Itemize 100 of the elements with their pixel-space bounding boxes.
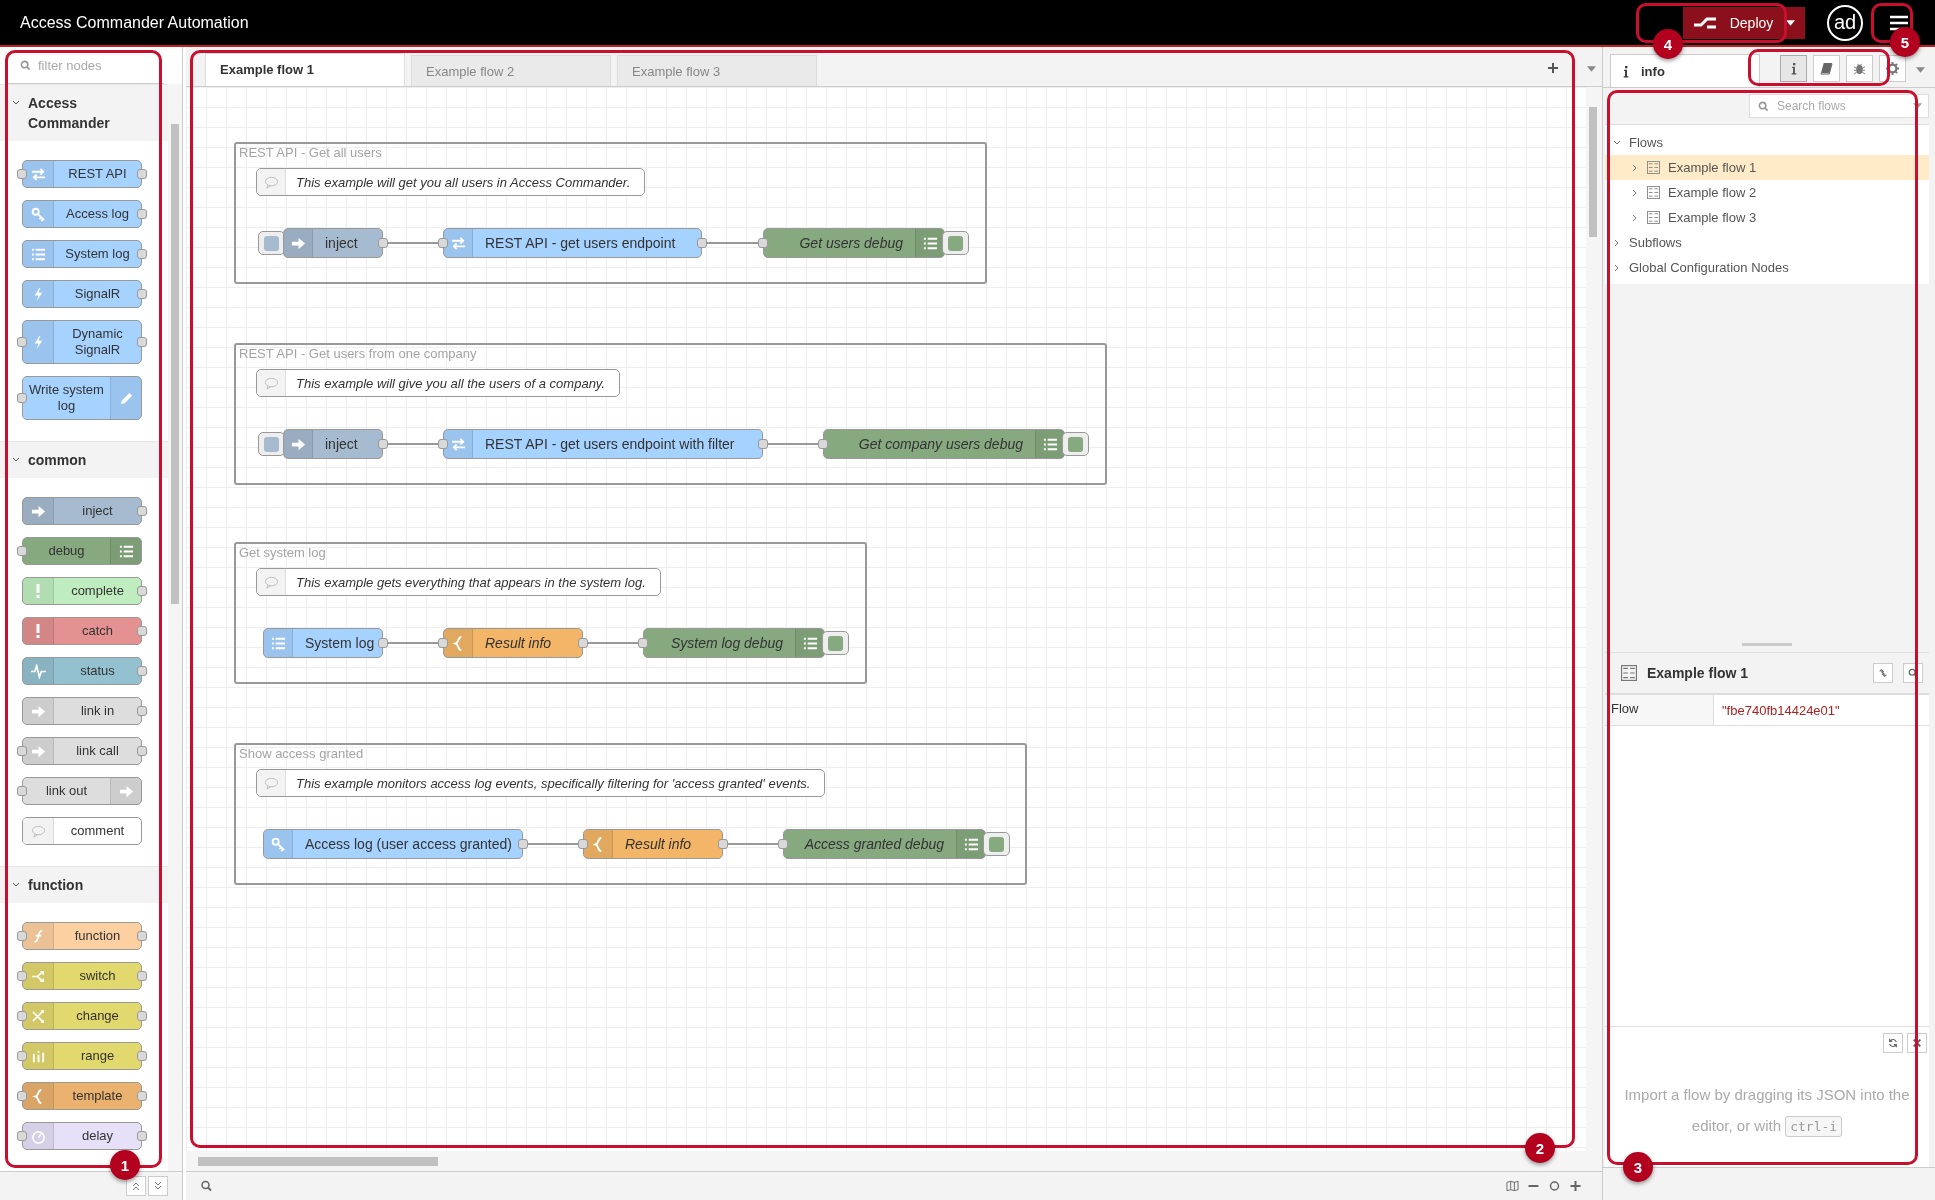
flow-group[interactable]: REST API - Get users from one company This example will give you all the users of a company. inject REST API - get users endpoint with filter Get company users debug — [234, 343, 1107, 485]
palette-node[interactable]: inject — [22, 497, 142, 525]
sidebar-button[interactable] — [1813, 55, 1840, 82]
flow-node[interactable]: Result info — [583, 829, 723, 859]
output-port[interactable] — [718, 839, 728, 849]
flow-tab[interactable]: Example flow 1 — [205, 53, 405, 86]
refresh-button[interactable] — [1883, 1033, 1903, 1053]
palette-node[interactable]: switch — [22, 962, 142, 990]
comment-node[interactable]: This example gets everything that appears in the system log. — [256, 568, 661, 596]
flow-node[interactable]: Access granted debug — [783, 829, 986, 859]
tree-item[interactable]: Flows — [1605, 130, 1929, 155]
inject-button[interactable] — [258, 432, 285, 456]
user-button[interactable]: ad — [1827, 4, 1863, 41]
flow-node[interactable]: Access log (user access granted) — [263, 829, 523, 859]
output-port[interactable] — [137, 289, 147, 299]
link-button[interactable] — [1873, 663, 1893, 683]
flow-node[interactable]: inject — [283, 228, 383, 258]
output-port[interactable] — [137, 1011, 147, 1021]
palette-node[interactable]: delay — [22, 1122, 142, 1150]
flow-node[interactable]: inject — [283, 429, 383, 459]
output-port[interactable] — [697, 238, 707, 248]
output-port[interactable] — [378, 238, 388, 248]
toggle-button[interactable] — [1062, 432, 1089, 456]
palette-node[interactable]: Write system log — [22, 376, 142, 420]
collapse-all-button[interactable] — [126, 1176, 146, 1196]
search-field[interactable]: Search flows — [1749, 94, 1929, 118]
category-header[interactable]: Access Commander — [0, 84, 168, 141]
palette-node[interactable]: link call — [22, 737, 142, 765]
tree-item[interactable]: Global Configuration Nodes — [1605, 255, 1929, 280]
palette-node[interactable]: SignalR — [22, 280, 142, 308]
output-port[interactable] — [137, 337, 147, 347]
caret-icon[interactable] — [1587, 66, 1596, 72]
output-port[interactable] — [137, 169, 147, 179]
search-input[interactable]: Search flows — [1775, 98, 1901, 114]
add-tab-icon[interactable] — [1547, 62, 1559, 74]
palette-node[interactable]: range — [22, 1042, 142, 1070]
deploy-button[interactable]: Deploy — [1683, 6, 1805, 39]
toggle-button[interactable] — [983, 832, 1010, 856]
search-icon[interactable] — [200, 1180, 213, 1192]
palette-node[interactable]: template — [22, 1082, 142, 1110]
palette-node[interactable]: Access log — [22, 200, 142, 228]
output-port[interactable] — [137, 931, 147, 941]
output-port[interactable] — [137, 586, 147, 596]
caret-icon[interactable] — [1916, 67, 1925, 73]
resize-handle[interactable] — [1742, 643, 1792, 646]
info-tab[interactable]: info — [1610, 54, 1760, 87]
output-port[interactable] — [137, 746, 147, 756]
comment-node[interactable]: This example will give you all the users of a company. — [256, 369, 620, 397]
output-port[interactable] — [137, 1091, 147, 1101]
tree-item[interactable]: Example flow 2 — [1605, 180, 1929, 205]
zoom-reset-icon[interactable] — [1548, 1180, 1561, 1192]
toggle-button[interactable] — [942, 231, 969, 255]
flow-node[interactable]: Result info — [443, 628, 583, 658]
expand-all-button[interactable] — [148, 1176, 168, 1196]
sidebar-button[interactable] — [1846, 55, 1873, 82]
map-icon[interactable] — [1506, 1180, 1519, 1192]
filter-field[interactable]: filter nodes — [36, 56, 164, 74]
sidebar-button[interactable] — [1780, 55, 1807, 82]
palette-node[interactable]: link in — [22, 697, 142, 725]
palette-node[interactable]: debug — [22, 537, 142, 565]
inject-button[interactable] — [258, 231, 285, 255]
output-port[interactable] — [378, 638, 388, 648]
output-port[interactable] — [137, 1131, 147, 1141]
palette-node[interactable]: comment — [22, 817, 142, 845]
palette-node[interactable]: status — [22, 657, 142, 685]
flow-node[interactable]: System log debug — [643, 628, 825, 658]
category-header[interactable]: function — [0, 866, 168, 903]
category-header[interactable]: common — [0, 441, 168, 478]
flow-node[interactable]: Get company users debug — [823, 429, 1065, 459]
comment-node[interactable]: This example will get you all users in Access Commander. — [256, 168, 646, 196]
flow-group[interactable]: Show access granted This example monitors access log events, specifically filtering for 'access granted' events. Access log (user access granted) Result info Access granted debug — [234, 743, 1027, 885]
output-port[interactable] — [378, 439, 388, 449]
output-port[interactable] — [137, 666, 147, 676]
tree-item[interactable]: Example flow 1 — [1605, 155, 1929, 180]
palette-node[interactable]: function — [22, 922, 142, 950]
palette-node[interactable]: REST API — [22, 160, 142, 188]
flow-group[interactable]: Get system log This example gets everything that appears in the system log. System log Result info System log debug — [234, 542, 867, 684]
tree-item[interactable]: Subflows — [1605, 230, 1929, 255]
output-port[interactable] — [137, 506, 147, 516]
flow-node[interactable]: Get users debug — [763, 228, 945, 258]
palette-node[interactable]: complete — [22, 577, 142, 605]
output-port[interactable] — [758, 439, 768, 449]
output-port[interactable] — [137, 209, 147, 219]
palette-node[interactable]: link out — [22, 777, 142, 805]
output-port[interactable] — [578, 638, 588, 648]
flow-node[interactable]: System log — [263, 628, 383, 658]
output-port[interactable] — [137, 249, 147, 259]
comment-node[interactable]: This example monitors access log events, specifically filtering for 'access granted' events. — [256, 769, 826, 797]
output-port[interactable] — [137, 706, 147, 716]
scrollbar[interactable] — [1586, 87, 1602, 1151]
palette-node[interactable]: catch — [22, 617, 142, 645]
scrollbar[interactable] — [168, 84, 182, 1171]
palette-node[interactable]: System log — [22, 240, 142, 268]
flow-node[interactable]: REST API - get users endpoint with filter — [443, 429, 763, 459]
flow-node[interactable]: REST API - get users endpoint — [443, 228, 702, 258]
palette-node[interactable]: change — [22, 1002, 142, 1030]
output-port[interactable] — [137, 971, 147, 981]
output-port[interactable] — [518, 839, 528, 849]
zoom-in-icon[interactable] — [1569, 1180, 1582, 1192]
output-port[interactable] — [137, 626, 147, 636]
